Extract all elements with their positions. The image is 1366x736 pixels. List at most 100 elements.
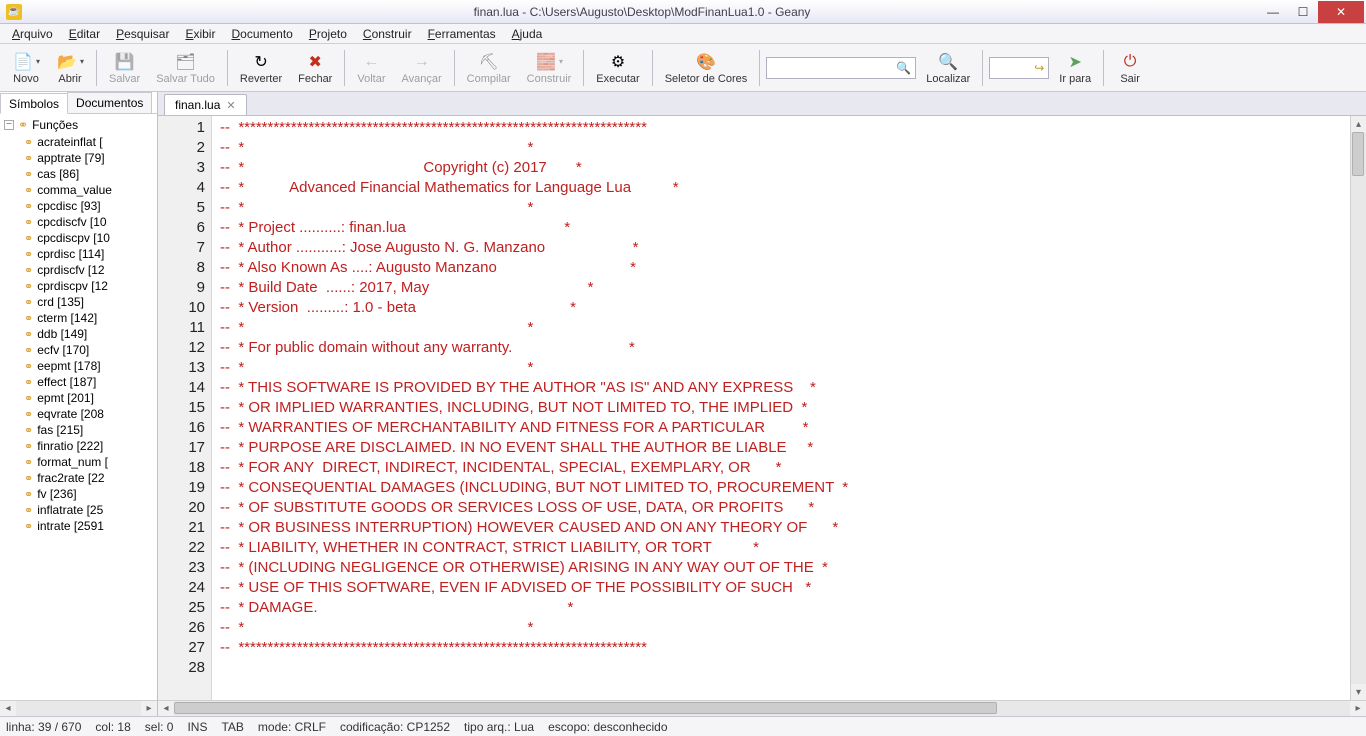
collapse-icon[interactable]: −: [4, 120, 14, 130]
run-button[interactable]: ⚙ Executar: [590, 49, 645, 87]
tab-documents[interactable]: Documentos: [67, 92, 152, 113]
tab-close-icon[interactable]: ✕: [226, 99, 235, 112]
symbol-item[interactable]: ⚭acrateinflat [: [0, 134, 157, 150]
find-input[interactable]: 🔍: [766, 57, 916, 79]
back-button[interactable]: ← Voltar: [351, 49, 391, 87]
symbol-item[interactable]: ⚭inflatrate [25: [0, 502, 157, 518]
code-line[interactable]: -- * USE OF THIS SOFTWARE, EVEN IF ADVIS…: [220, 578, 848, 598]
code-line[interactable]: [220, 658, 848, 678]
build-button[interactable]: 🧱▾ Construir: [521, 49, 578, 87]
close-button[interactable]: ✕: [1318, 1, 1364, 23]
color-picker-button[interactable]: 🎨 Seletor de Cores: [659, 49, 754, 87]
revert-button[interactable]: ↻ Reverter: [234, 49, 288, 87]
code-line[interactable]: -- * Copyright (c) 2017 *: [220, 158, 848, 178]
tab-symbols[interactable]: Símbolos: [0, 93, 68, 114]
symbol-item[interactable]: ⚭eqvrate [208: [0, 406, 157, 422]
save-button[interactable]: 💾 Salvar: [103, 49, 146, 87]
new-button[interactable]: 📄▾ Novo: [6, 49, 46, 87]
symbol-item[interactable]: ⚭cprdiscpv [12: [0, 278, 157, 294]
symbol-item[interactable]: ⚭cterm [142]: [0, 310, 157, 326]
scroll-right-icon[interactable]: ▸: [141, 701, 157, 716]
symbol-item[interactable]: ⚭effect [187]: [0, 374, 157, 390]
code-line[interactable]: -- * Project ..........: finan.lua *: [220, 218, 848, 238]
symbol-item[interactable]: ⚭cprdiscfv [12: [0, 262, 157, 278]
chevron-down-icon[interactable]: ▾: [36, 57, 40, 66]
code-line[interactable]: -- * (INCLUDING NEGLIGENCE OR OTHERWISE)…: [220, 558, 848, 578]
symbol-item[interactable]: ⚭comma_value: [0, 182, 157, 198]
code-line[interactable]: -- * *: [220, 198, 848, 218]
menu-item[interactable]: Ajuda: [504, 25, 551, 43]
code-line[interactable]: -- * Author ...........: Jose Augusto N.…: [220, 238, 848, 258]
symbol-item[interactable]: ⚭crd [135]: [0, 294, 157, 310]
save-all-button[interactable]: 🗂 Salvar Tudo: [150, 49, 221, 87]
symbol-category[interactable]: − ⚭ Funções: [0, 116, 157, 134]
compile-button[interactable]: ⛏ Compilar: [461, 49, 517, 87]
code-line[interactable]: -- * CONSEQUENTIAL DAMAGES (INCLUDING, B…: [220, 478, 848, 498]
code-line[interactable]: -- * THIS SOFTWARE IS PROVIDED BY THE AU…: [220, 378, 848, 398]
symbol-item[interactable]: ⚭fv [236]: [0, 486, 157, 502]
symbol-item[interactable]: ⚭ecfv [170]: [0, 342, 157, 358]
code-line[interactable]: -- * *: [220, 318, 848, 338]
editor-tab[interactable]: finan.lua ✕: [164, 94, 247, 115]
code-line[interactable]: -- * *: [220, 618, 848, 638]
symbol-tree[interactable]: − ⚭ Funções ⚭acrateinflat [⚭apptrate [79…: [0, 114, 157, 700]
scroll-thumb[interactable]: [174, 702, 997, 714]
open-button[interactable]: 📂▾ Abrir: [50, 49, 90, 87]
menu-item[interactable]: Ferramentas: [420, 25, 504, 43]
menu-item[interactable]: Construir: [355, 25, 420, 43]
code-line[interactable]: -- * Advanced Financial Mathematics for …: [220, 178, 848, 198]
chevron-down-icon[interactable]: ▾: [80, 57, 84, 66]
minimize-button[interactable]: —: [1258, 1, 1288, 23]
code-line[interactable]: -- * OR BUSINESS INTERRUPTION) HOWEVER C…: [220, 518, 848, 538]
scroll-track[interactable]: [16, 701, 141, 716]
code-line[interactable]: -- *************************************…: [220, 638, 848, 658]
maximize-button[interactable]: ☐: [1288, 1, 1318, 23]
quit-button[interactable]: ⏻ Sair: [1110, 49, 1150, 87]
code-line[interactable]: -- * For public domain without any warra…: [220, 338, 848, 358]
menu-item[interactable]: Pesquisar: [108, 25, 177, 43]
code-line[interactable]: -- * FOR ANY DIRECT, INDIRECT, INCIDENTA…: [220, 458, 848, 478]
code-line[interactable]: -- *************************************…: [220, 118, 848, 138]
code-line[interactable]: -- * Version .........: 1.0 - beta *: [220, 298, 848, 318]
close-file-button[interactable]: ✖ Fechar: [292, 49, 338, 87]
menu-item[interactable]: Arquivo: [4, 25, 61, 43]
scroll-track[interactable]: [1351, 132, 1366, 684]
forward-button[interactable]: → Avançar: [396, 49, 448, 87]
code-editor[interactable]: 1234567891011121314151617181920212223242…: [158, 116, 1350, 700]
find-button[interactable]: 🔍 Localizar: [920, 49, 976, 87]
symbol-item[interactable]: ⚭cas [86]: [0, 166, 157, 182]
scroll-left-icon[interactable]: ◂: [0, 701, 16, 716]
scroll-thumb[interactable]: [1352, 132, 1364, 176]
scroll-left-icon[interactable]: ◂: [158, 701, 174, 716]
symbol-item[interactable]: ⚭cpcdiscfv [10: [0, 214, 157, 230]
goto-button[interactable]: ➤ Ir para: [1053, 49, 1097, 87]
code-content[interactable]: -- *************************************…: [212, 116, 856, 700]
chevron-down-icon[interactable]: ▾: [559, 57, 563, 66]
scroll-right-icon[interactable]: ▸: [1350, 701, 1366, 716]
symbol-item[interactable]: ⚭intrate [2591: [0, 518, 157, 534]
code-line[interactable]: -- * Build Date ......: 2017, May *: [220, 278, 848, 298]
menu-item[interactable]: Projeto: [301, 25, 355, 43]
sidebar-hscroll[interactable]: ◂ ▸: [0, 700, 157, 716]
editor-hscroll[interactable]: ◂ ▸: [158, 700, 1366, 716]
menu-item[interactable]: Exibir: [177, 25, 223, 43]
symbol-item[interactable]: ⚭ddb [149]: [0, 326, 157, 342]
symbol-item[interactable]: ⚭epmt [201]: [0, 390, 157, 406]
code-line[interactable]: -- * *: [220, 358, 848, 378]
scroll-track[interactable]: [174, 701, 1350, 716]
symbol-item[interactable]: ⚭cprdisc [114]: [0, 246, 157, 262]
editor-vscroll[interactable]: ▴ ▾: [1350, 116, 1366, 700]
menu-item[interactable]: Documento: [223, 25, 300, 43]
code-line[interactable]: -- * PURPOSE ARE DISCLAIMED. IN NO EVENT…: [220, 438, 848, 458]
menu-item[interactable]: Editar: [61, 25, 108, 43]
scroll-down-icon[interactable]: ▾: [1351, 684, 1366, 700]
symbol-item[interactable]: ⚭cpcdiscpv [10: [0, 230, 157, 246]
symbol-item[interactable]: ⚭format_num [: [0, 454, 157, 470]
code-line[interactable]: -- * DAMAGE. *: [220, 598, 848, 618]
symbol-item[interactable]: ⚭frac2rate [22: [0, 470, 157, 486]
goto-input[interactable]: ↪: [989, 57, 1049, 79]
code-line[interactable]: -- * WARRANTIES OF MERCHANTABILITY AND F…: [220, 418, 848, 438]
symbol-item[interactable]: ⚭eepmt [178]: [0, 358, 157, 374]
scroll-up-icon[interactable]: ▴: [1351, 116, 1366, 132]
symbol-item[interactable]: ⚭finratio [222]: [0, 438, 157, 454]
